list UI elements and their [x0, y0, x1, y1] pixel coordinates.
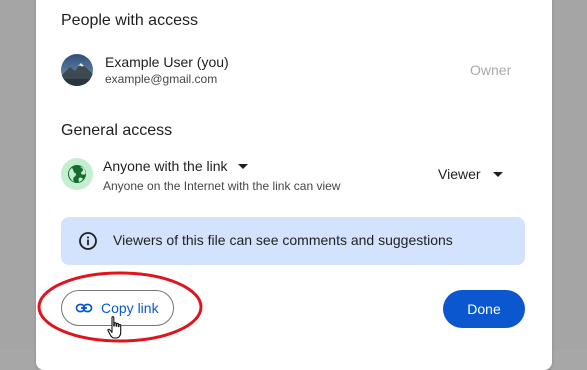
- user-email: example@gmail.com: [105, 72, 218, 86]
- info-banner-text: Viewers of this file can see comments an…: [113, 232, 453, 248]
- done-button[interactable]: Done: [443, 290, 525, 328]
- globe-icon: [61, 158, 93, 190]
- info-icon: [79, 232, 97, 250]
- owner-role-label: Owner: [470, 62, 512, 78]
- general-access-description: Anyone on the Internet with the link can…: [103, 179, 341, 193]
- info-banner: Viewers of this file can see comments an…: [61, 217, 525, 265]
- role-label: Viewer: [438, 166, 481, 182]
- user-name: Example User (you): [105, 54, 229, 70]
- people-with-access-heading: People with access: [61, 12, 198, 29]
- copy-link-label: Copy link: [101, 300, 159, 316]
- general-access-dropdown[interactable]: Anyone with the link: [103, 156, 248, 176]
- role-dropdown[interactable]: Viewer: [430, 161, 511, 187]
- general-access-heading: General access: [61, 122, 173, 139]
- general-access-setting: Anyone with the link: [103, 158, 228, 174]
- link-icon: [75, 303, 93, 313]
- copy-link-button[interactable]: Copy link: [61, 290, 174, 326]
- chevron-down-icon: [237, 163, 248, 169]
- chevron-down-icon: [492, 171, 503, 177]
- avatar: [61, 54, 93, 86]
